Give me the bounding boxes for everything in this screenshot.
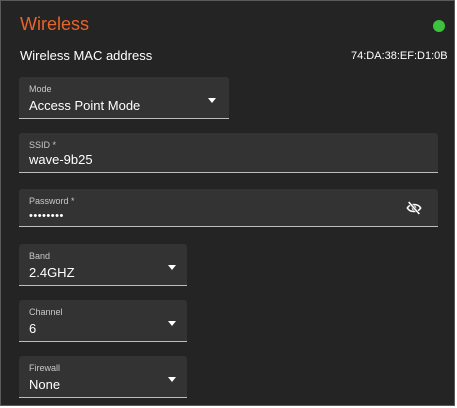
mac-address-value: 74:DA:38:EF:D1:0B xyxy=(351,50,448,62)
section-title: Wireless xyxy=(20,14,90,34)
status-indicator xyxy=(433,20,445,32)
chevron-down-icon xyxy=(168,321,176,326)
mode-value: Access Point Mode xyxy=(29,98,141,113)
band-select[interactable]: Band 2.4GHZ xyxy=(19,244,187,286)
wireless-panel: Wireless Wireless MAC address 74:DA:38:E… xyxy=(0,0,455,406)
chevron-down-icon xyxy=(208,98,216,103)
channel-select[interactable]: Channel 6 xyxy=(19,300,187,342)
firewall-select[interactable]: Firewall None xyxy=(19,356,187,398)
firewall-value: None xyxy=(29,377,61,392)
password-value: •••••••• xyxy=(29,210,64,222)
chevron-down-icon xyxy=(168,265,176,270)
firewall-label: Firewall xyxy=(29,363,61,373)
ssid-value: wave-9b25 xyxy=(29,152,93,167)
ssid-label: SSID * xyxy=(29,140,57,150)
chevron-down-icon xyxy=(168,377,176,382)
mac-address-label: Wireless MAC address xyxy=(20,48,153,63)
band-value: 2.4GHZ xyxy=(29,265,75,280)
ssid-input[interactable]: SSID * wave-9b25 xyxy=(19,133,438,173)
eye-slash-icon[interactable] xyxy=(406,201,422,215)
band-label: Band xyxy=(29,251,51,261)
mode-label: Mode xyxy=(29,84,52,94)
channel-value: 6 xyxy=(29,321,37,336)
password-input[interactable]: Password * •••••••• xyxy=(19,189,438,227)
password-label: Password * xyxy=(29,196,75,206)
channel-label: Channel xyxy=(29,307,63,317)
mode-select[interactable]: Mode Access Point Mode xyxy=(19,77,229,119)
